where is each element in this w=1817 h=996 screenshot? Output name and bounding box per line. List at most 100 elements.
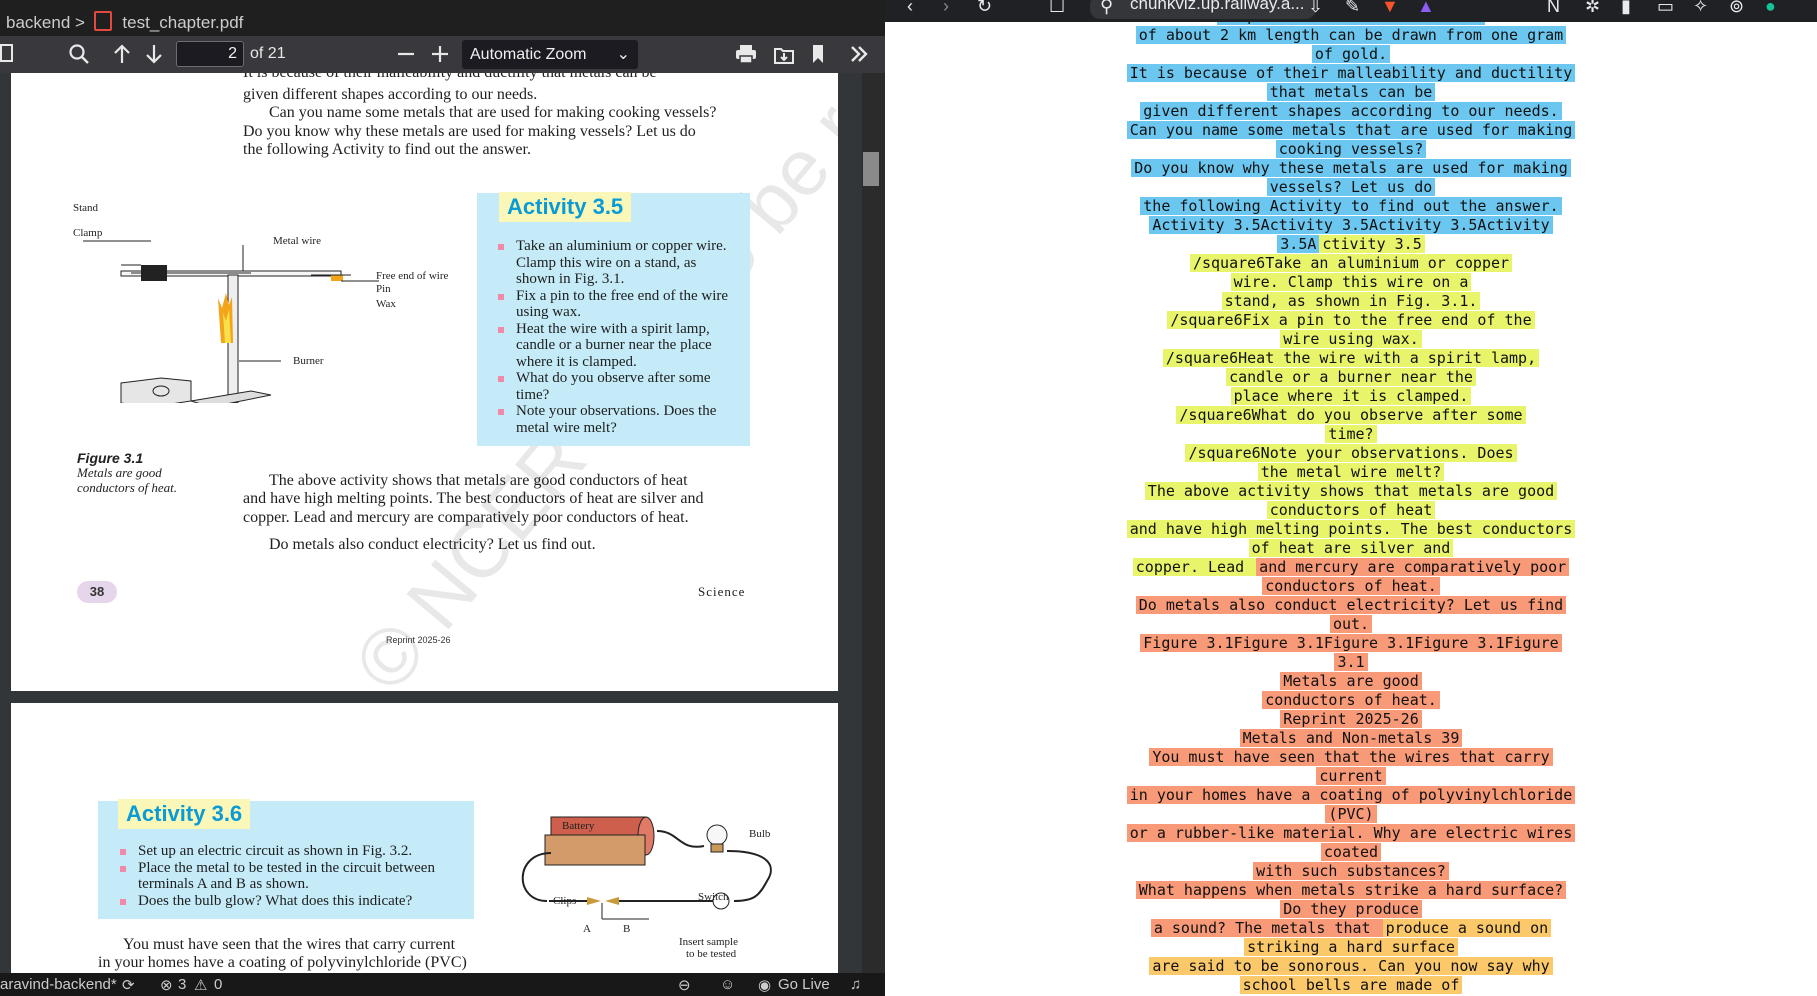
paragraph-line: Do you know why these metals are used fo…	[243, 123, 696, 140]
chunk-line: /square6Note your observations. Does	[885, 444, 1817, 463]
chunk-line: stand, as shown in Fig. 3.1.	[885, 292, 1817, 311]
warning-icon[interactable]: ⚠	[194, 976, 207, 994]
zoom-select[interactable]: Automatic Zoom ⌄	[462, 40, 638, 69]
chunk-text: copper. Lead	[1132, 558, 1257, 576]
print-icon[interactable]	[735, 43, 757, 69]
chunk-line: or a rubber-like material. Why are elect…	[885, 824, 1817, 843]
chunk-line: Metals are good	[885, 672, 1817, 691]
label-insert-sample: to be tested	[686, 948, 737, 960]
next-page-icon[interactable]	[144, 43, 164, 69]
paragraph-line: given different shapes according to our …	[243, 86, 538, 103]
wallet-icon[interactable]: ▭	[1657, 0, 1674, 17]
save-icon[interactable]	[773, 43, 795, 69]
label-battery: Battery	[562, 820, 595, 832]
previous-page-icon[interactable]	[112, 43, 132, 69]
sidebar-icon[interactable]: ▮	[1621, 0, 1631, 17]
chunk-text: cooking vessels?	[1275, 140, 1427, 158]
chunk-text: and have high melting points. The best c…	[1126, 520, 1576, 538]
activity-item: Place the metal to be tested in the circ…	[118, 860, 458, 893]
sync-icon[interactable]: ⟳	[122, 976, 135, 994]
paragraph-line: copper. Lead and mercury are comparative…	[243, 509, 689, 526]
chunk-text: striking a hard surface	[1244, 938, 1458, 956]
activity-item: What do you observe after some time?	[496, 370, 733, 403]
brave-icon[interactable]: ⊚	[1729, 0, 1744, 17]
copilot-icon[interactable]: ☺	[720, 976, 735, 993]
chunk-line: the following Activity to find out the a…	[885, 197, 1817, 216]
rewards-icon[interactable]: ▲	[1417, 0, 1435, 17]
pdf-page: Activity 3.6 Set up an electric circuit …	[11, 703, 838, 973]
zoom-in-icon[interactable]	[430, 43, 450, 69]
site-info-icon[interactable]: ⚲	[1100, 0, 1113, 17]
chunk-text: coated	[1320, 843, 1382, 861]
label-clamp: Clamp	[73, 227, 103, 239]
breadcrumb-folder[interactable]: backend	[6, 13, 70, 32]
label-terminal-a: A	[583, 923, 591, 935]
chunk-text: /square6What do you observe after some	[1176, 406, 1526, 424]
chunk-text: the metal wire melt?	[1257, 463, 1445, 481]
chunk-line: of heat are silver and	[885, 539, 1817, 558]
breadcrumb-file[interactable]: test_chapter.pdf	[122, 13, 243, 32]
activity-item: Note your observations. Does the metal w…	[496, 403, 733, 436]
chunk-text: /square6Note your observations. Does	[1185, 444, 1517, 462]
git-branch[interactable]: aravind-backend*	[0, 976, 117, 993]
install-icon[interactable]: ⇩	[1308, 0, 1323, 17]
warning-count[interactable]: 0	[214, 976, 222, 993]
chunk-text: ctivity 3.5	[1319, 235, 1425, 253]
figure-caption-line: Metals are good	[77, 465, 162, 480]
label-free-end: Free end of wire	[376, 270, 449, 282]
back-icon[interactable]: ‹	[907, 0, 913, 17]
go-live-button[interactable]: Go Live	[778, 976, 830, 993]
vpn-icon[interactable]: ✧	[1693, 0, 1708, 17]
label-metal-wire: Metal wire	[273, 235, 321, 247]
chunk-text: wire using wax.	[1280, 330, 1422, 348]
chunk-text: out.	[1329, 615, 1373, 633]
activity-item: Heat the wire with a spirit lamp, candle…	[496, 321, 733, 371]
chunk-text: produce a sound on	[1382, 919, 1552, 937]
edit-icon[interactable]: ✎	[1345, 0, 1360, 17]
notion-icon[interactable]: N	[1547, 0, 1560, 17]
bookmark-icon[interactable]	[810, 43, 826, 69]
bookmark-icon[interactable]: ☐	[1049, 0, 1065, 17]
extensions-icon[interactable]: ✲	[1585, 0, 1600, 17]
chunk-text: in your homes have a coating of polyviny…	[1126, 786, 1576, 804]
reload-icon[interactable]: ↻	[977, 0, 992, 17]
chunk-line: /square6Heat the wire with a spirit lamp…	[885, 349, 1817, 368]
address-bar[interactable]: chunkviz.up.railway.a...	[1090, 0, 1317, 19]
pdf-scrollbar-thumb[interactable]	[863, 152, 879, 186]
more-tools-icon[interactable]	[848, 43, 870, 69]
chunk-text: Activity 3.5Activity 3.5Activity 3.5Acti…	[1149, 216, 1553, 234]
zoom-out-icon[interactable]	[396, 43, 416, 69]
chunk-line: in your homes have a coating of polyviny…	[885, 786, 1817, 805]
figure-caption-line: conductors of heat.	[77, 480, 178, 495]
error-count[interactable]: 3	[178, 976, 186, 993]
forward-icon[interactable]: ›	[943, 0, 949, 17]
chunk-text: place where it is clamped.	[1230, 387, 1472, 405]
footer-subject: Science	[698, 584, 746, 599]
search-icon[interactable]	[68, 43, 90, 69]
error-icon[interactable]: ⊗	[160, 976, 173, 994]
chunk-text: the following Activity to find out the a…	[1140, 197, 1562, 215]
broadcast-icon[interactable]: ◉	[758, 976, 771, 994]
chunk-text: /square6Take an aluminium or copper	[1189, 254, 1513, 272]
chunk-text: Metals and Non-metals 39	[1239, 729, 1463, 747]
label-pin: Pin	[376, 283, 391, 295]
status-bar: aravind-backend* ⟳ ⊗ 3 ⚠ 0 ⊖ ☺ ◉ Go Live…	[0, 973, 885, 996]
chunk-text: or a rubber-like material. Why are elect…	[1126, 824, 1576, 842]
notifications-icon[interactable]: ♫	[850, 976, 861, 993]
activity-list: Set up an electric circuit as shown in F…	[118, 843, 458, 909]
chunk-line: 3.1	[885, 653, 1817, 672]
chunk-text: conductors of heat.	[1262, 691, 1440, 709]
page-number-input[interactable]: 2	[176, 41, 244, 67]
label-bulb: Bulb	[749, 828, 771, 840]
brave-shield-icon[interactable]: ▼	[1381, 0, 1399, 17]
chunk-line: cooking vessels?	[885, 140, 1817, 159]
pdf-scrollbar[interactable]	[862, 73, 885, 973]
chunk-line: (PVC)	[885, 805, 1817, 824]
breadcrumb[interactable]: backend > test_chapter.pdf	[6, 11, 243, 33]
chunk-text: What happens when metals strike a hard s…	[1135, 881, 1567, 899]
chunk-visualizer: surprised to know that a wireof about 2 …	[885, 22, 1817, 996]
zoom-icon[interactable]: ⊖	[678, 976, 691, 994]
grammarly-icon[interactable]: ●	[1765, 0, 1776, 17]
sidebar-toggle-icon[interactable]	[0, 42, 16, 68]
activity-item: Does the bulb glow? What does this indic…	[118, 893, 458, 910]
